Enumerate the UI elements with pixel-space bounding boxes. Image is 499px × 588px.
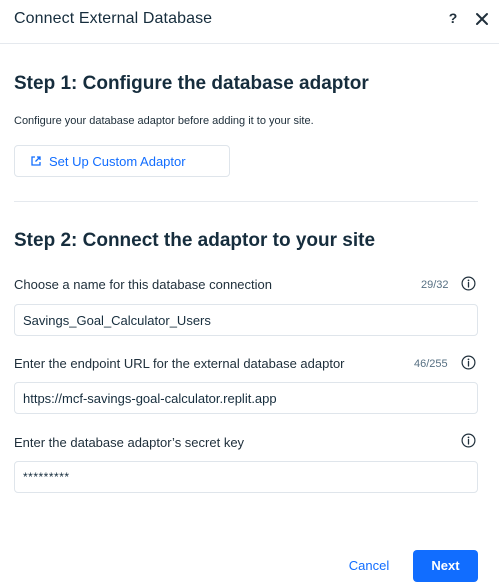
setup-custom-adaptor-button[interactable]: Set Up Custom Adaptor — [14, 145, 230, 177]
endpoint-url-counter: 46/255 — [414, 358, 448, 370]
close-icon[interactable] — [472, 9, 492, 29]
secret-key-input[interactable] — [14, 461, 478, 493]
next-button[interactable]: Next — [413, 550, 478, 582]
cancel-button[interactable]: Cancel — [337, 551, 401, 581]
connect-database-dialog: Connect External Database ? Step 1: Conf… — [0, 0, 499, 588]
external-link-icon — [31, 156, 41, 166]
step1-description: Configure your database adaptor before a… — [14, 115, 314, 127]
info-icon[interactable] — [461, 276, 476, 291]
setup-custom-adaptor-label: Set Up Custom Adaptor — [49, 153, 186, 169]
secret-key-label: Enter the database adaptor’s secret key — [14, 435, 245, 450]
dialog-title: Connect External Database — [14, 10, 213, 27]
connection-name-label: Choose a name for this database connecti… — [14, 277, 273, 292]
connection-name-counter: 29/32 — [421, 279, 449, 291]
section-divider — [14, 201, 478, 202]
step1-title: Step 1: Configure the database adaptor — [14, 73, 369, 94]
help-icon[interactable]: ? — [444, 8, 462, 28]
connection-name-input[interactable] — [14, 304, 478, 336]
endpoint-url-input[interactable] — [14, 382, 478, 414]
info-icon[interactable] — [461, 433, 476, 448]
dialog-header: Connect External Database ? — [0, 0, 499, 44]
step2-title: Step 2: Connect the adaptor to your site — [14, 230, 376, 251]
info-icon[interactable] — [461, 355, 476, 370]
endpoint-url-label: Enter the endpoint URL for the external … — [14, 356, 345, 371]
